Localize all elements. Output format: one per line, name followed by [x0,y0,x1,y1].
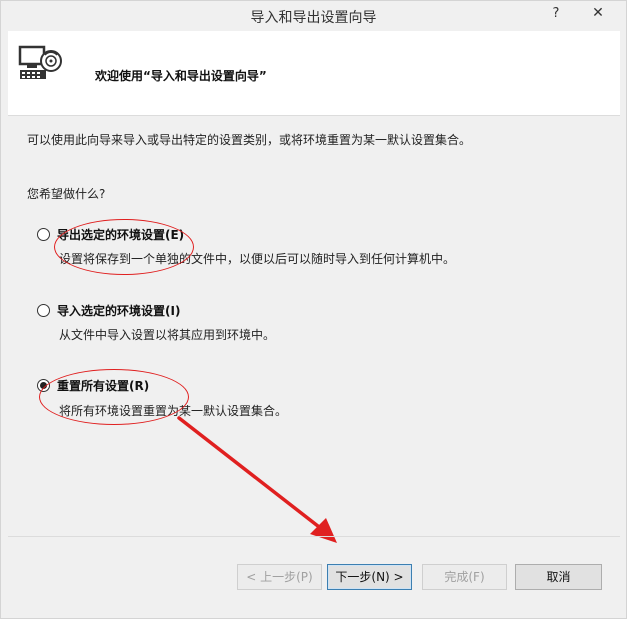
welcome-heading: 欢迎使用“导入和导出设置向导” [95,69,267,83]
import-settings-radio[interactable] [37,304,50,317]
next-button[interactable]: 下一步(N) > [327,564,412,590]
finish-button[interactable]: 完成(F) [422,564,507,590]
title-bar[interactable]: 导入和导出设置向导 ? ✕ [1,1,626,31]
reset-settings-label[interactable]: 重置所有设置(R) [57,377,149,394]
help-button[interactable]: ? [547,4,565,24]
window-title: 导入和导出设置向导 [250,10,377,26]
footer-separator [8,536,620,537]
back-button[interactable]: < 上一步(P) [237,564,322,590]
reset-settings-radio[interactable] [37,379,50,392]
settings-computer-disc-icon [18,45,62,79]
wizard-window: 导入和导出设置向导 ? ✕ 欢迎使用“导入和导出设置向导” 可以使用此向导来导入… [0,0,627,619]
cancel-button[interactable]: 取消 [515,564,602,590]
export-settings-label[interactable]: 导出选定的环境设置(E) [57,226,184,243]
close-button[interactable]: ✕ [575,2,621,24]
import-settings-label[interactable]: 导入选定的环境设置(I) [57,302,180,319]
wizard-description: 可以使用此向导来导入或导出特定的设置类别，或将环境重置为某一默认设置集合。 [27,133,472,147]
wizard-header: 欢迎使用“导入和导出设置向导” [8,31,620,116]
export-settings-description: 设置将保存到一个单独的文件中，以便以后可以随时导入到任何计算机中。 [59,252,456,266]
import-settings-description: 从文件中导入设置以将其应用到环境中。 [59,328,276,342]
export-settings-radio[interactable] [37,228,50,241]
reset-settings-description: 将所有环境设置重置为某一默认设置集合。 [59,404,288,418]
wizard-question: 您希望做什么? [27,187,106,201]
